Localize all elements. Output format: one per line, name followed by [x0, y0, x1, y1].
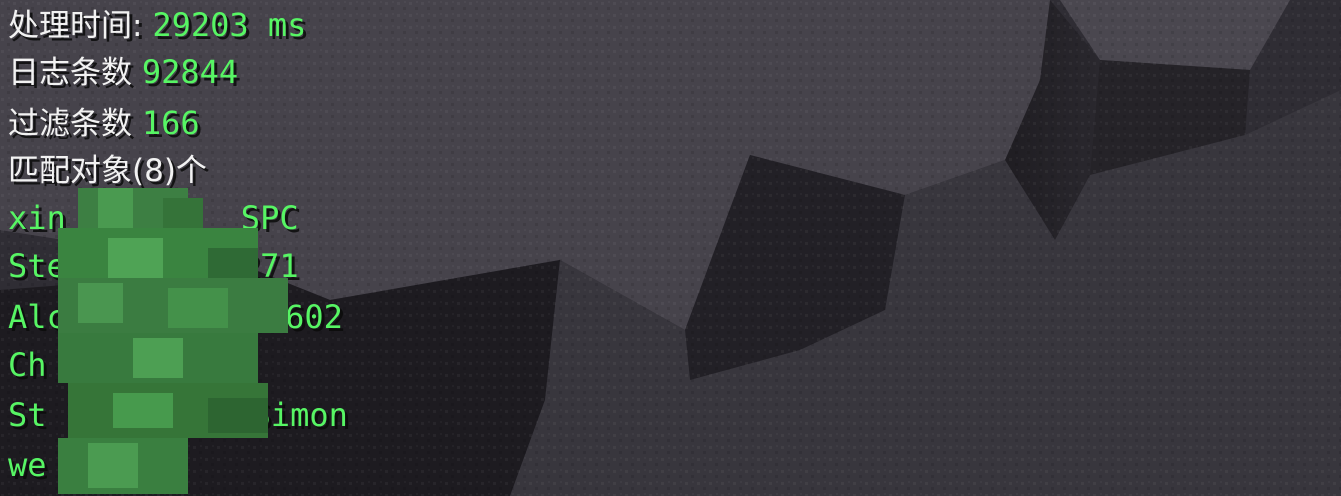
censor-mosaic [58, 188, 288, 494]
filter-count-label: 过滤条数 [8, 106, 142, 142]
time-label: 处理时间: [8, 8, 153, 44]
time-line: 处理时间: 29203 ms [8, 0, 306, 50]
filter-count-line: 过滤条数 166 [8, 98, 200, 148]
time-value: 29203 ms [152, 6, 307, 44]
match-count-label: 匹配对象(8)个 [8, 153, 207, 189]
log-count-value: 92844 [141, 53, 239, 91]
filter-count-value: 166 [141, 104, 200, 142]
log-count-label: 日志条数 [8, 55, 142, 91]
player-name-row: we [8, 446, 47, 484]
log-count-line: 日志条数 92844 [8, 47, 238, 97]
